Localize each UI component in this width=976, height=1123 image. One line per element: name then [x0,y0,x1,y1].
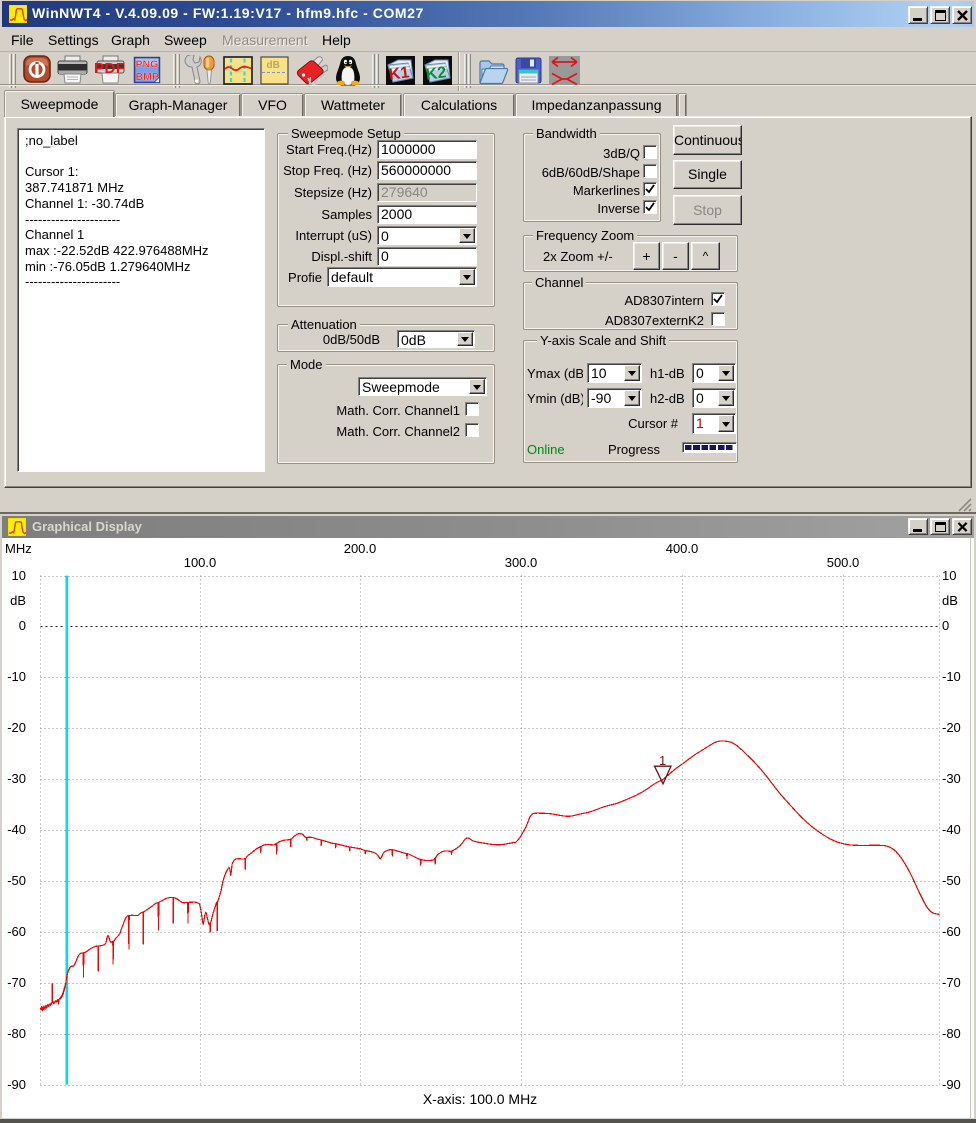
svg-text:dB: dB [267,60,280,71]
svg-text:1: 1 [659,753,666,768]
svg-text:K2: K2 [425,64,447,83]
svg-text:PDF: PDF [95,60,125,77]
svg-text:BMP: BMP [136,71,159,83]
svg-text:K1: K1 [388,64,410,83]
svg-text:PNG: PNG [136,59,159,71]
